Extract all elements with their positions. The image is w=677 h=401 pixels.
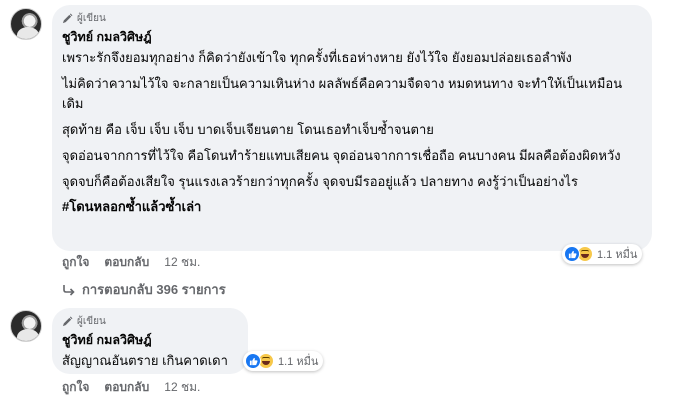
avatar[interactable] <box>10 310 42 342</box>
comment-actions: ถูกใจ ตอบกลับ 12 ชม. <box>62 253 200 272</box>
comment-paragraph: จุดอ่อนจากการที่ไว้ใจ คือโดนทำร้ายแทบเสี… <box>62 148 621 163</box>
avatar[interactable] <box>10 8 42 40</box>
comment-timestamp[interactable]: 12 ชม. <box>164 378 200 397</box>
comment-paragraph: ไม่คิดว่าความไว้ใจ จะกลายเป็นความเหินห่า… <box>62 76 623 111</box>
comment-paragraph: สุดท้าย คือ เจ็บ เจ็บ เจ็บ บาดเจ็บเจียนต… <box>62 122 434 137</box>
like-icon <box>245 353 261 369</box>
reply-button[interactable]: ตอบกลับ <box>104 253 149 272</box>
like-button[interactable]: ถูกใจ <box>62 253 89 272</box>
reply-button[interactable]: ตอบกลับ <box>104 378 149 397</box>
like-icon <box>564 246 580 262</box>
author-badge-label: ผู้เขียน <box>77 315 106 327</box>
like-button[interactable]: ถูกใจ <box>62 378 89 397</box>
comment-bubble: ผู้เขียน ชูวิทย์ กมลวิศิษฎ์ สัญญาณอันตรา… <box>52 308 248 374</box>
reply-arrow-icon <box>63 284 75 296</box>
author-badge: ผู้เขียน <box>62 314 236 328</box>
pen-icon <box>62 316 73 326</box>
reaction-summary[interactable]: 1.1 หมื่น <box>243 351 324 371</box>
hashtag-link[interactable]: #โดนหลอกซ้ำแล้วซ้ำเล่า <box>62 197 640 217</box>
reaction-count: 1.1 หมื่น <box>278 356 319 368</box>
comment-paragraph: จุดจบก็คือต้องเสียใจ รุนแรงเลวร้ายกว่าทุ… <box>62 174 578 189</box>
view-replies-label: การตอบกลับ 396 รายการ <box>82 282 226 297</box>
comment-timestamp[interactable]: 12 ชม. <box>164 253 200 272</box>
comment-author[interactable]: ชูวิทย์ กมลวิศิษฎ์ <box>62 330 236 350</box>
comment-paragraph: เพราะรักจึงยอมทุกอย่าง ก็คิดว่ายังเข้าใจ… <box>62 50 572 65</box>
author-badge-label: ผู้เขียน <box>77 12 106 24</box>
comment-text: สัญญาณอันตราย เกินคาดเดา <box>62 353 228 368</box>
comment-author[interactable]: ชูวิทย์ กมลวิศิษฎ์ <box>62 27 640 47</box>
view-replies-link[interactable]: การตอบกลับ 396 รายการ <box>62 279 226 300</box>
comment-actions: ถูกใจ ตอบกลับ 12 ชม. <box>62 378 200 397</box>
author-badge: ผู้เขียน <box>62 11 640 25</box>
reaction-summary[interactable]: 1.1 หมื่น <box>562 244 643 264</box>
reaction-count: 1.1 หมื่น <box>597 249 638 261</box>
pen-icon <box>62 13 73 23</box>
comment-bubble: ผู้เขียน ชูวิทย์ กมลวิศิษฎ์ เพราะรักจึงย… <box>52 5 652 251</box>
